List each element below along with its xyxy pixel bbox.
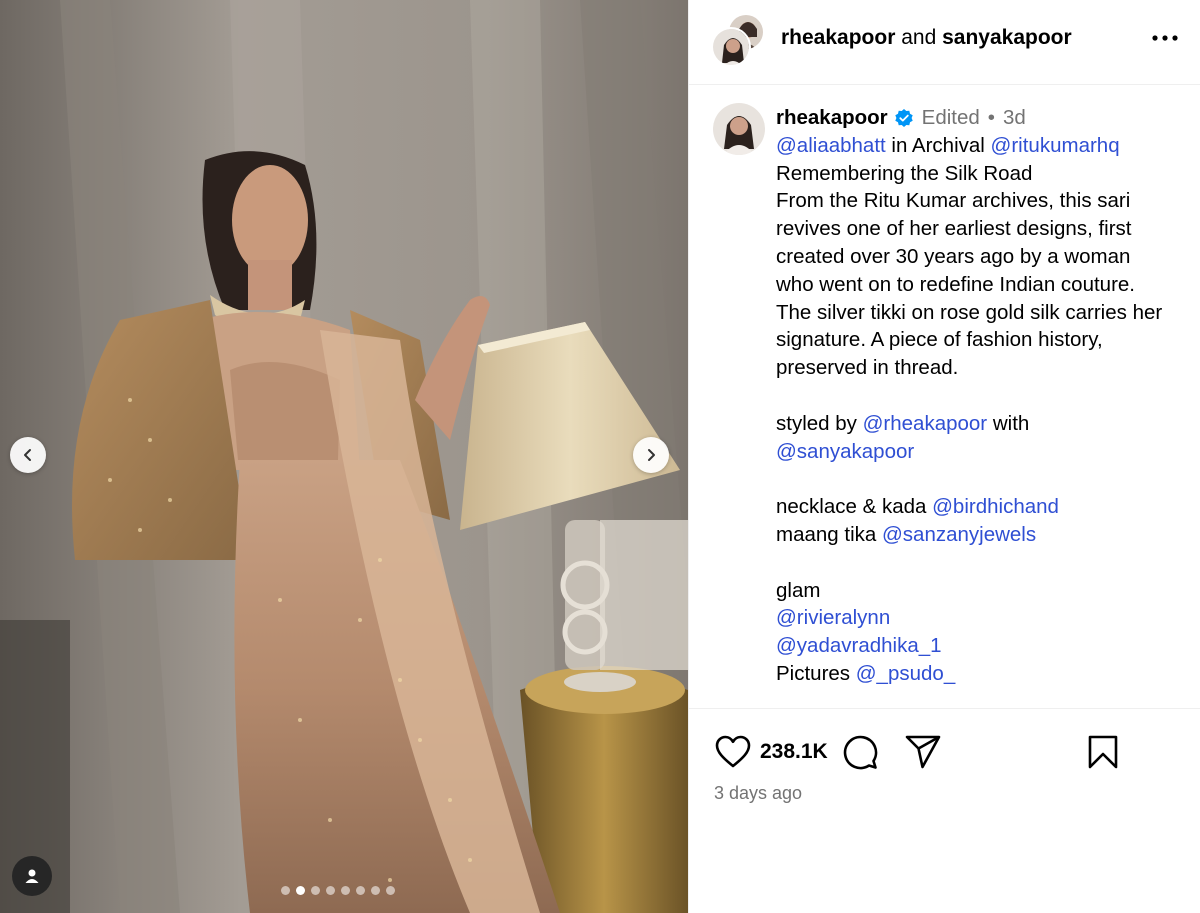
post-timestamp[interactable]: 3 days ago <box>714 783 802 804</box>
caption-text: maang tika <box>776 522 882 546</box>
tagged-users-button[interactable] <box>12 856 52 896</box>
mention-link[interactable]: @yadavradhika_1 <box>776 634 942 657</box>
caption-line: glam <box>776 578 821 602</box>
mention-link[interactable]: @rivieralynn <box>776 606 890 629</box>
post-photo <box>0 0 688 913</box>
caption-line: @rivieralynn <box>776 604 1191 632</box>
comment-icon <box>843 735 878 770</box>
chevron-left-icon <box>24 449 31 461</box>
caption-line: styled by @rheakapoor with <box>776 410 1191 438</box>
mention-link[interactable]: @sanyakapoor <box>776 440 914 463</box>
caption-line: From the Ritu Kumar archives, this sari <box>776 189 1131 213</box>
caption-line: maang tika @sanzanyjewels <box>776 521 1191 549</box>
avatar[interactable] <box>711 27 751 67</box>
caption-line: Pictures @_psudo_ <box>776 660 1191 688</box>
bookmark-icon <box>1088 735 1118 769</box>
caption-text: in Archival <box>885 133 991 157</box>
caption-line: revives one of her earliest designs, fir… <box>776 217 1132 241</box>
verified-icon <box>894 108 914 128</box>
caption-text: styled by <box>776 411 863 435</box>
caption-line: @yadavradhika_1 <box>776 632 1191 660</box>
avatar[interactable] <box>713 103 765 155</box>
carousel-dot <box>296 886 305 895</box>
carousel-dot <box>341 886 350 895</box>
comment-button[interactable] <box>840 732 880 772</box>
like-button[interactable] <box>713 732 753 772</box>
caption-username[interactable]: rheakapoor <box>776 104 888 132</box>
carousel-dot <box>281 886 290 895</box>
header-username-1[interactable]: rheakapoor <box>781 26 895 49</box>
mention-link[interactable]: @birdhichand <box>932 495 1059 518</box>
share-button[interactable] <box>903 732 943 772</box>
caption-line: @sanyakapoor <box>776 438 1191 466</box>
carousel-dot <box>326 886 335 895</box>
caption-line: @aliaabhatt in Archival @ritukumarhq <box>776 132 1191 160</box>
collab-usernames: rheakapoor and sanyakapoor <box>781 26 1072 50</box>
mention-link[interactable]: @rheakapoor <box>863 412 988 435</box>
caption-line: necklace & kada @birdhichand <box>776 493 1191 521</box>
post-details-panel: rheakapoor and sanyakapoor rheakapoor Ed… <box>688 0 1200 913</box>
carousel-dot <box>356 886 365 895</box>
header-username-2[interactable]: sanyakapoor <box>942 26 1072 49</box>
carousel-prev-button[interactable] <box>10 437 46 473</box>
post-media[interactable] <box>0 0 688 913</box>
caption-text: with <box>987 411 1030 435</box>
carousel-dot <box>311 886 320 895</box>
mention-link[interactable]: @aliaabhatt <box>776 134 886 157</box>
caption-line: who went on to redefine Indian couture. <box>776 272 1135 296</box>
caption-text: necklace & kada <box>776 495 933 519</box>
header-joiner: and <box>895 26 943 49</box>
like-count[interactable]: 238.1K <box>760 740 828 764</box>
carousel-next-button[interactable] <box>633 437 669 473</box>
share-icon <box>905 735 941 769</box>
edited-label: Edited <box>921 106 980 129</box>
mention-link[interactable]: @_psudo_ <box>856 662 955 685</box>
caption-line: signature. A piece of fashion history, <box>776 328 1103 352</box>
save-button[interactable] <box>1083 732 1123 772</box>
action-bar: 238.1K 3 days ago <box>689 708 1200 913</box>
post-header: rheakapoor and sanyakapoor <box>689 0 1200 85</box>
collab-avatars[interactable] <box>711 13 767 69</box>
carousel-dot <box>371 886 380 895</box>
user-tag-icon <box>25 869 39 883</box>
chevron-right-icon <box>648 449 655 461</box>
more-icon <box>1152 35 1178 41</box>
more-options-button[interactable] <box>1149 22 1181 54</box>
mention-link[interactable]: @sanzanyjewels <box>882 523 1036 546</box>
caption-text: Pictures <box>776 661 856 685</box>
mention-link[interactable]: @ritukumarhq <box>991 134 1120 157</box>
post-age: 3d <box>1002 106 1026 129</box>
carousel-indicator <box>281 886 395 895</box>
caption-line: preserved in thread. <box>776 356 959 380</box>
heart-icon <box>715 735 751 768</box>
meta-separator: • <box>987 106 995 129</box>
caption-line: The silver tikki on rose gold silk carri… <box>776 300 1163 324</box>
carousel-dot <box>386 886 395 895</box>
caption-line: created over 30 years ago by a woman <box>776 244 1131 268</box>
caption-line: Remembering the Silk Road <box>776 161 1033 185</box>
